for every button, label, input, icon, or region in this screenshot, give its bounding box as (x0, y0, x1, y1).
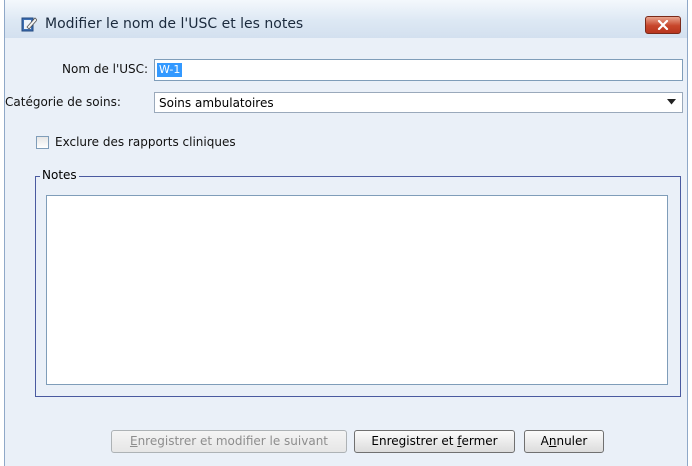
category-label: Catégorie de soins: (5, 95, 121, 109)
cancel-button[interactable]: Annuler (524, 430, 604, 453)
name-label: Nom de l'USC: (62, 62, 149, 76)
exclude-label[interactable]: Exclure des rapports cliniques (55, 135, 236, 149)
name-input-value: W-1 (157, 63, 183, 77)
chevron-down-icon (667, 99, 676, 105)
close-icon (657, 20, 669, 30)
save-and-edit-next-mnemonic: E (129, 434, 138, 448)
name-input[interactable]: W-1 (154, 59, 683, 81)
dialog-window: Modifier le nom de l'USC et les notes No… (4, 0, 688, 466)
edit-document-icon (21, 16, 38, 32)
category-select[interactable]: Soins ambulatoires (154, 92, 683, 113)
category-selected-value: Soins ambulatoires (159, 96, 274, 110)
exclude-checkbox[interactable] (36, 136, 49, 149)
title-bar[interactable]: Modifier le nom de l'USC et les notes (5, 0, 687, 38)
dialog-title: Modifier le nom de l'USC et les notes (45, 16, 304, 32)
save-and-close-label-end: ermer (461, 434, 498, 448)
cancel-label-end: nuler (556, 434, 588, 448)
close-button[interactable] (645, 16, 681, 34)
cancel-label-start: A (540, 434, 549, 448)
save-and-close-button[interactable]: Enregistrer et fermer (354, 430, 515, 453)
save-and-edit-next-button[interactable]: Enregistrer et modifier le suivant (111, 430, 347, 453)
save-and-edit-next-label: nregistrer et modifier le suivant (137, 434, 329, 448)
save-and-close-label-start: Enregistrer et (371, 434, 458, 448)
notes-legend: Notes (40, 168, 79, 182)
dialog-body: Nom de l'USC: W-1 Catégorie de soins: So… (5, 38, 687, 466)
notes-textarea[interactable] (46, 195, 668, 385)
